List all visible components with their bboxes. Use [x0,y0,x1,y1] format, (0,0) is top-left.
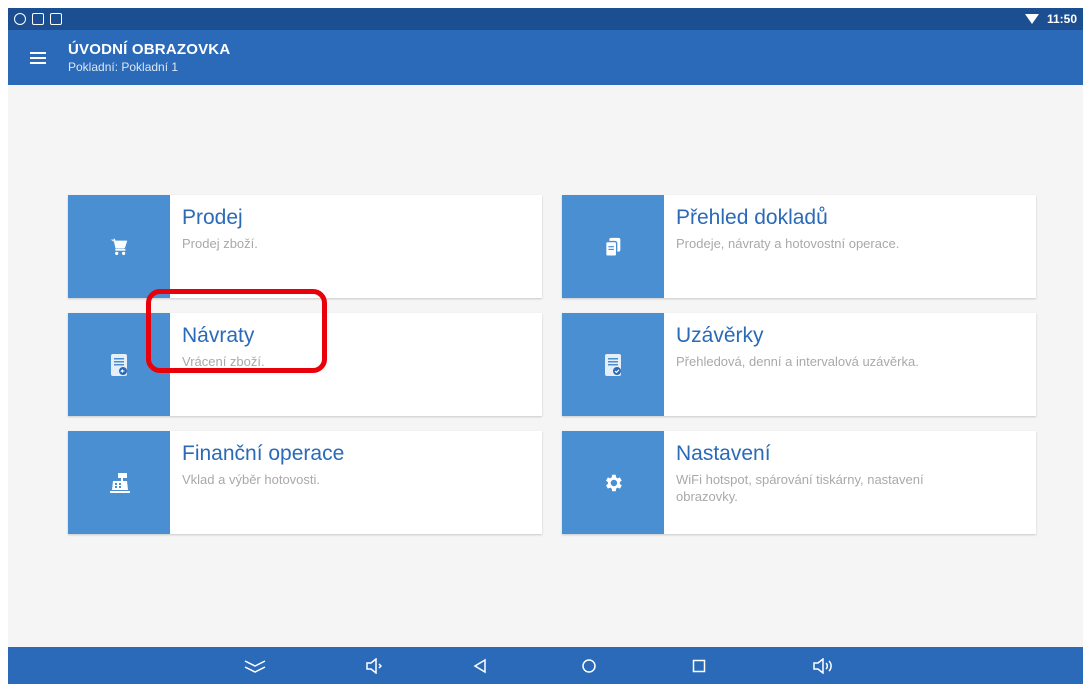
tile-title: Finanční operace [182,442,345,465]
tile-description: Vklad a výběr hotovosti. [182,472,321,487]
tile-description: WiFi hotspot, spárování tiskárny, nastav… [676,472,924,504]
page-title: ÚVODNÍ OBRAZOVKA [68,41,231,58]
tile-description: Prodeje, návraty a hotovostní operace. [676,236,900,251]
system-nav-bar [8,647,1083,684]
back-button[interactable] [465,647,495,684]
cash-register-icon [68,431,170,534]
tile-title: Nastavení [676,442,771,465]
tile-financni-operace[interactable]: Finanční operace Vklad a výběr hotovosti… [68,431,542,534]
tile-description: Prodej zboží. [182,236,258,251]
menu-button[interactable] [8,30,68,85]
tile-description: Přehledová, denní a intervalová uzávěrka… [676,354,919,369]
tile-uzaverky[interactable]: Uzávěrky Přehledová, denní a intervalová… [562,313,1036,416]
collapse-button[interactable] [240,647,270,684]
receipt-check-icon [562,313,664,416]
status-time: 11:50 [1046,12,1077,26]
hamburger-menu-icon [30,51,46,64]
home-button[interactable] [574,647,604,684]
tile-title: Uzávěrky [676,324,764,347]
recents-icon [692,659,706,672]
volume-down-icon [366,657,383,674]
status-bar: 11:50 [8,8,1083,30]
tile-prehled-dokladu[interactable]: Přehled dokladů Prodeje, návraty a hotov… [562,195,1036,298]
tile-prodej[interactable]: Prodej Prodej zboží. [68,195,542,298]
cart-icon [68,195,170,298]
cashier-label: Pokladní: Pokladní 1 [68,60,179,74]
recents-button[interactable] [684,647,714,684]
sim-icon [50,13,62,25]
documents-icon [562,195,664,298]
home-icon [582,658,596,673]
gear-icon [562,431,664,534]
screen-icon [32,13,44,25]
tile-title: Přehled dokladů [676,206,828,229]
teamviewer-icon [14,13,26,25]
back-icon [473,658,486,673]
volume-up-icon [813,657,832,674]
highlight-annotation [146,289,327,373]
wifi-icon [1024,14,1039,24]
volume-down-button[interactable] [360,647,390,684]
tile-title: Prodej [182,206,243,229]
collapse-icon [244,659,266,673]
tile-nastaveni[interactable]: Nastavení WiFi hotspot, spárování tiskár… [562,431,1036,534]
app-bar: ÚVODNÍ OBRAZOVKA Pokladní: Pokladní 1 [8,30,1083,85]
volume-up-button[interactable] [808,647,838,684]
